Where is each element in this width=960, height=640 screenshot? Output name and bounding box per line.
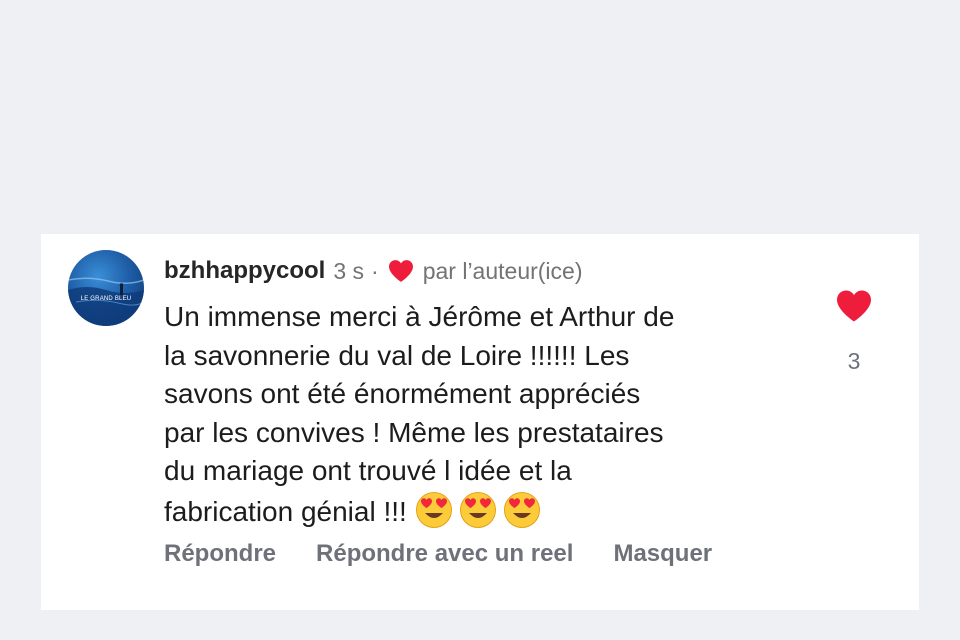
heart-eyes-emoji-icon [503,491,541,540]
reply-button[interactable]: Répondre [164,540,276,568]
avatar-ocean-image [68,277,144,326]
heart-eyes-emoji-icon [459,491,497,540]
like-count[interactable]: 3 [834,348,874,375]
like-button[interactable] [834,286,874,326]
heart-eyes-emoji-icon [415,491,453,540]
heart-icon [387,259,415,283]
hide-button[interactable]: Masquer [613,540,712,568]
timestamp: 3 s [333,257,365,284]
heart-icon [837,290,871,322]
comment-actions: Répondre Répondre avec un reel Masquer [164,540,752,568]
liked-by-author-label: par l’auteur(ice) [422,257,583,284]
avatar[interactable]: LE GRAND BLEU [68,250,144,326]
username[interactable]: bzhhappycool [164,257,325,285]
comment-text-block: Un immense merci à Jérôme et Arthur de l… [164,298,824,539]
comment-card: LE GRAND BLEU bzhhappycool 3 s · par l’a… [41,234,919,610]
reply-with-reel-button[interactable]: Répondre avec un reel [316,540,573,568]
comment-header: bzhhappycool 3 s · par l’auteur(ice) [164,256,583,286]
separator-dot: · [371,257,379,284]
avatar-logo-text: LE GRAND BLEU [80,296,132,302]
